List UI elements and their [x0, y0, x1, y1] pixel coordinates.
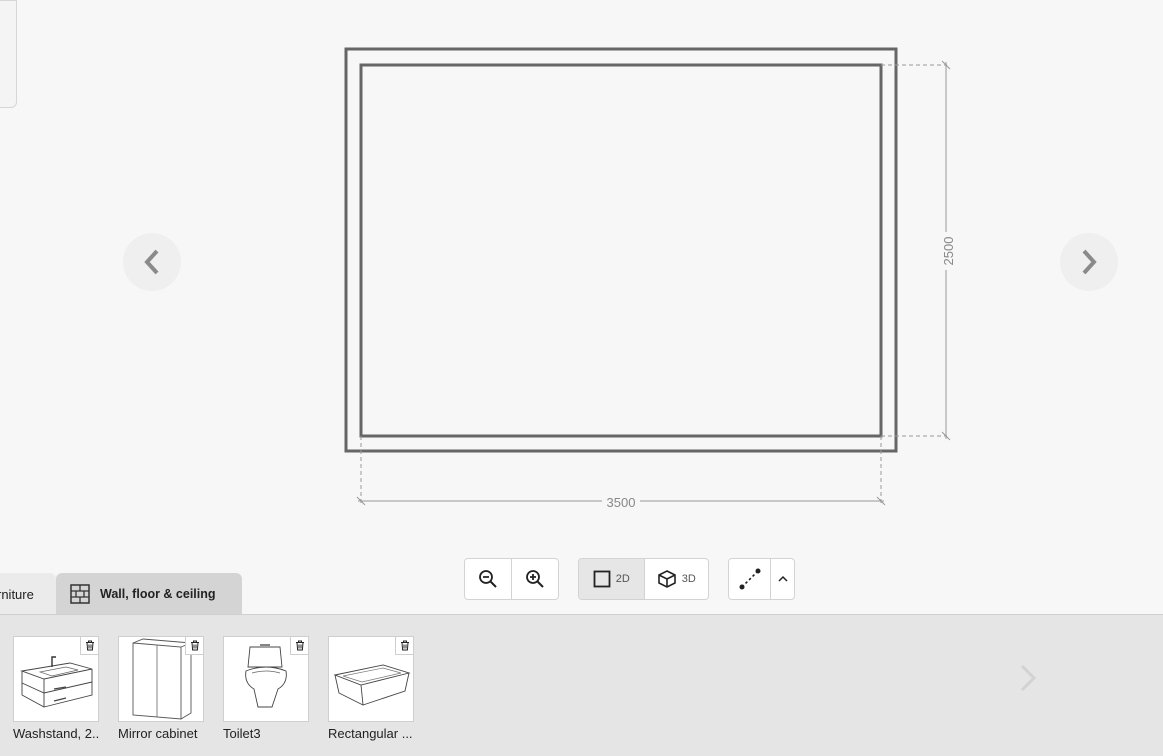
measure-controls: [728, 558, 795, 600]
tray-item-mirror-cabinet[interactable]: Mirror cabinet: [118, 636, 204, 741]
washstand-thumbnail[interactable]: [13, 636, 99, 722]
category-tabs: rniture Wall, floor & ceiling: [0, 573, 242, 615]
tray-item-washstand[interactable]: Washstand, 2...: [13, 636, 99, 741]
mirror-cabinet-thumbnail[interactable]: [118, 636, 204, 722]
measure-button[interactable]: [729, 559, 772, 599]
height-dimension: [881, 60, 951, 441]
measure-line-icon: [739, 568, 761, 590]
tray-item-label: Rectangular ...: [328, 726, 413, 741]
trash-icon: [85, 640, 94, 651]
chevron-right-icon: [1082, 249, 1097, 275]
product-tray: Washstand, 2... Mirror cabinet Toilet3 R…: [0, 614, 1163, 756]
dimension-height-label: 2500: [941, 237, 956, 266]
cube-3d-icon: [657, 570, 676, 588]
view-mode-toggle: 2D 3D: [578, 558, 709, 600]
view-3d-label: 3D: [681, 573, 696, 585]
next-view-button[interactable]: [1060, 233, 1118, 291]
room-walls: [344, 47, 898, 453]
tab-wall-floor-ceiling[interactable]: Wall, floor & ceiling: [56, 573, 242, 615]
zoom-in-button[interactable]: [512, 559, 558, 599]
tray-item-label: Toilet3: [223, 726, 261, 741]
delete-bathtub-button[interactable]: [395, 637, 413, 655]
tray-item-toilet[interactable]: Toilet3: [223, 636, 309, 741]
outer-wall: [344, 47, 898, 453]
bathtub-thumbnail[interactable]: [328, 636, 414, 722]
zoom-in-icon: [526, 570, 544, 588]
tray-item-label: Mirror cabinet: [118, 726, 198, 741]
chevron-up-icon: [778, 575, 788, 582]
brick-wall-icon: [70, 584, 90, 604]
view-2d-label: 2D: [615, 573, 630, 585]
square-2d-icon: [593, 570, 611, 588]
tab-wall-floor-ceiling-label: Wall, floor & ceiling: [100, 587, 216, 601]
trash-icon: [190, 640, 199, 651]
measure-options-toggle[interactable]: [771, 559, 794, 599]
floor-plan-canvas[interactable]: 2500 3500: [0, 0, 1163, 615]
inner-wall: [359, 63, 883, 438]
view-3d-button[interactable]: 3D: [645, 559, 709, 599]
dimension-width-label: 3500: [607, 495, 636, 510]
tray-item-label: Washstand, 2...: [13, 726, 99, 741]
tray-item-bathtub[interactable]: Rectangular ...: [328, 636, 414, 741]
chevron-left-icon: [144, 249, 159, 275]
tab-furniture-label: rniture: [0, 586, 34, 602]
previous-view-button[interactable]: [123, 233, 181, 291]
view-2d-button[interactable]: 2D: [579, 559, 645, 599]
delete-mirror-cabinet-button[interactable]: [185, 637, 203, 655]
trash-icon: [400, 640, 409, 651]
zoom-out-button[interactable]: [465, 559, 512, 599]
delete-toilet-button[interactable]: [290, 637, 308, 655]
delete-washstand-button[interactable]: [80, 637, 98, 655]
trash-icon: [295, 640, 304, 651]
tray-next-icon[interactable]: [1016, 662, 1040, 694]
zoom-controls: [464, 558, 559, 600]
tab-furniture[interactable]: rniture: [0, 573, 56, 615]
zoom-out-icon: [479, 570, 497, 588]
toilet-thumbnail[interactable]: [223, 636, 309, 722]
